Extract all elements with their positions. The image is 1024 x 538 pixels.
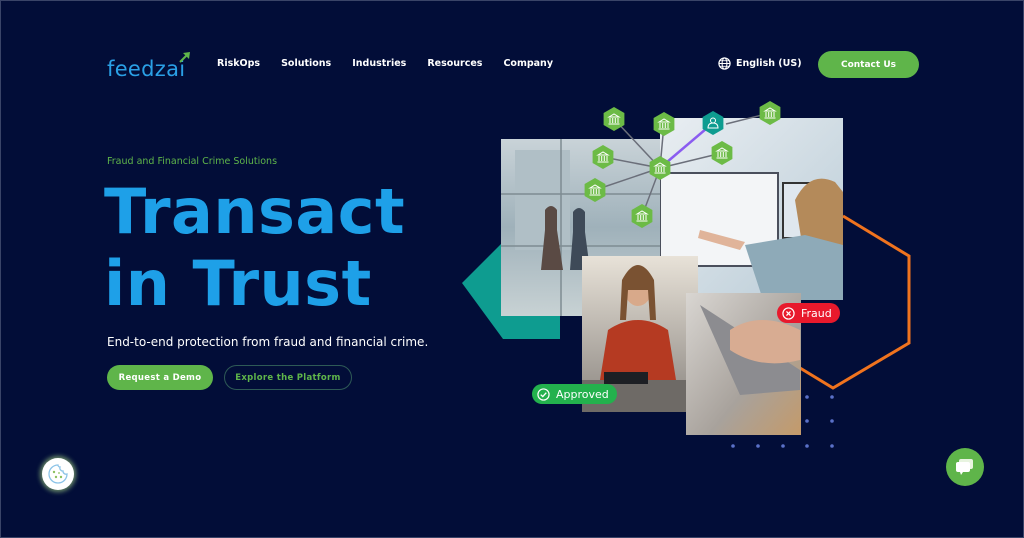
- laptop-photo: [686, 293, 801, 435]
- explore-platform-button[interactable]: Explore the Platform: [224, 365, 352, 390]
- dot-grid: [731, 395, 834, 448]
- network-node: [584, 178, 606, 202]
- fraud-badge: Fraud: [777, 303, 840, 323]
- office-photo: [659, 118, 843, 300]
- network-node: [759, 101, 781, 125]
- network-lines: [594, 112, 771, 217]
- nav-item-resources[interactable]: Resources: [427, 58, 482, 69]
- network-node: [603, 107, 625, 131]
- user-icon: [707, 117, 719, 129]
- chat-bubble-icon: [956, 459, 973, 475]
- contact-us-button[interactable]: Contact Us: [818, 51, 919, 78]
- grid-dot: [805, 395, 809, 399]
- teal-hexagon: [462, 242, 560, 339]
- grid-dot: [830, 444, 834, 448]
- hero-eyebrow: Fraud and Financial Crime Solutions: [107, 156, 278, 167]
- bank-icon: [763, 107, 777, 119]
- network-node: [702, 111, 724, 135]
- grid-dot: [805, 444, 809, 448]
- cookie-settings-button[interactable]: [42, 458, 74, 490]
- cafe-photo: [582, 256, 698, 412]
- main-nav: RiskOps Solutions Industries Resources C…: [217, 58, 553, 69]
- approved-label: Approved: [556, 387, 609, 401]
- network-node: [649, 156, 671, 180]
- network-node: [653, 112, 675, 136]
- bank-icon: [635, 210, 649, 222]
- chat-button[interactable]: [946, 448, 984, 486]
- x-circle-icon: [782, 306, 795, 320]
- grid-dot: [830, 395, 834, 399]
- bank-icon: [607, 113, 621, 125]
- bank-icon: [715, 147, 729, 159]
- nav-item-company[interactable]: Company: [503, 58, 553, 69]
- headline-line-2: in Trust: [104, 247, 372, 320]
- globe-icon: [718, 57, 731, 70]
- grid-dot: [805, 419, 809, 423]
- check-circle-icon: [537, 387, 550, 401]
- headline-line-1: Transact: [104, 175, 406, 248]
- approved-badge: Approved: [532, 384, 617, 404]
- nav-item-industries[interactable]: Industries: [352, 58, 406, 69]
- orange-hexagon-outline: [799, 214, 911, 390]
- network-node: [592, 145, 614, 169]
- request-demo-button[interactable]: Request a Demo: [107, 365, 213, 390]
- grid-dot: [830, 419, 834, 423]
- bank-icon: [653, 162, 667, 174]
- network-node: [711, 141, 733, 165]
- grid-dot: [731, 444, 735, 448]
- highlight-connection: [659, 122, 714, 169]
- growth-arrow-icon: [179, 52, 190, 63]
- language-selector[interactable]: English (US): [718, 57, 802, 70]
- bank-icon: [657, 118, 671, 130]
- bank-icon: [596, 151, 610, 163]
- building-photo: [501, 139, 660, 316]
- bank-icon: [588, 184, 602, 196]
- logo-wordmark: feedzai: [107, 57, 186, 81]
- network-nodes: [584, 101, 781, 228]
- hero-subline: End-to-end protection from fraud and fin…: [107, 335, 429, 349]
- fraud-label: Fraud: [801, 306, 832, 320]
- grid-dot: [756, 444, 760, 448]
- cookie-icon: [48, 464, 68, 484]
- hero-headline: Transact in Trust: [104, 176, 405, 320]
- nav-item-riskops[interactable]: RiskOps: [217, 58, 260, 69]
- feedzai-logo[interactable]: feedzai: [107, 50, 190, 81]
- grid-dot: [781, 444, 785, 448]
- network-node: [631, 204, 653, 228]
- nav-item-solutions[interactable]: Solutions: [281, 58, 331, 69]
- language-label: English (US): [736, 58, 802, 69]
